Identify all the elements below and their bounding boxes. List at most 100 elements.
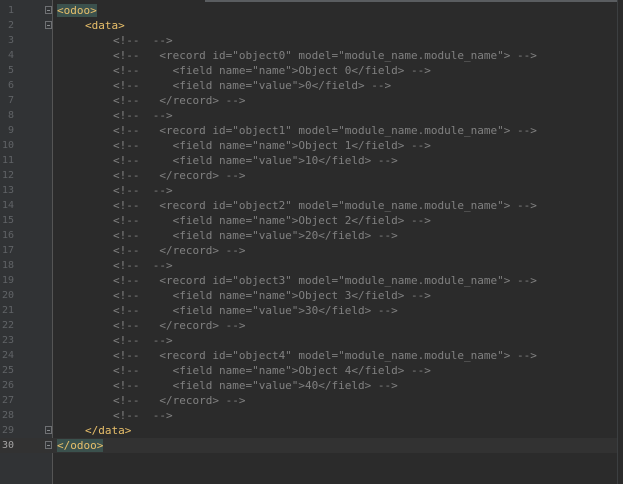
code-text: <!-- <field name="value">0</field> -->	[113, 79, 392, 92]
line-number: 19	[1, 275, 14, 286]
code-line[interactable]: 22 <!-- </record> -->	[0, 318, 617, 333]
code-text: <!-- </record> -->	[113, 319, 246, 332]
code-line[interactable]: 29 </data>	[0, 423, 617, 438]
code-text: <!-- </record> -->	[113, 394, 246, 407]
fold-toggle-icon[interactable]	[45, 441, 52, 449]
code-line[interactable]: 23 <!-- -->	[0, 333, 617, 348]
code-line[interactable]: 12 <!-- </record> -->	[0, 168, 617, 183]
code-line[interactable]: 9 <!-- <record id="object1" model="module…	[0, 123, 617, 138]
line-number: 9	[7, 125, 14, 136]
code-text: <!-- </record> -->	[113, 244, 246, 257]
code-line[interactable]: 5 <!-- <field name="name">Object 0</field…	[0, 63, 617, 78]
xml-comment: <!-- <record id="object0" model="module_…	[113, 48, 537, 63]
code-line[interactable]: 4 <!-- <record id="object0" model="module…	[0, 48, 617, 63]
xml-comment: <!-- <field name="value">30</field> -->	[113, 303, 398, 318]
code-line[interactable]: 30 </odoo>	[0, 438, 617, 453]
xml-comment: <!-- <record id="object3" model="module_…	[113, 273, 537, 288]
code-line[interactable]: 15 <!-- <field name="name">Object 2</fiel…	[0, 213, 617, 228]
fold-toggle-icon[interactable]	[45, 6, 52, 14]
horizontal-scrollbar[interactable]	[205, 0, 617, 2]
code-text: <!-- <record id="object3" model="module_…	[113, 274, 537, 287]
code-text: <!-- </record> -->	[113, 94, 246, 107]
code-line[interactable]: 11 <!-- <field name="value">10</field> --…	[0, 153, 617, 168]
line-number: 4	[7, 50, 14, 61]
code-line[interactable]: 28 <!-- -->	[0, 408, 617, 423]
code-text: <data>	[85, 19, 125, 32]
code-text: <!-- <field name="value">10</field> -->	[113, 154, 398, 167]
code-line[interactable]: 26 <!-- <field name="value">40</field> --…	[0, 378, 617, 393]
line-number: 29	[1, 425, 14, 436]
code-text: <!-- -->	[113, 409, 173, 422]
line-number: 27	[1, 395, 14, 406]
xml-comment: <!-- <field name="name">Object 4</field>…	[113, 363, 431, 378]
code-text: <odoo>	[57, 4, 97, 17]
xml-comment: <!-- <record id="object4" model="module_…	[113, 348, 537, 363]
code-text: <!-- <field name="name">Object 1</field>…	[113, 139, 431, 152]
line-number: 2	[7, 20, 14, 31]
xml-comment: <!-- <field name="name">Object 1</field>…	[113, 138, 431, 153]
xml-comment: <!-- -->	[113, 183, 173, 198]
xml-tag: </odoo>	[57, 438, 104, 453]
code-text: </data>	[85, 424, 132, 437]
code-text: <!-- -->	[113, 259, 173, 272]
code-text: <!-- -->	[113, 184, 173, 197]
fold-toggle-icon[interactable]	[45, 426, 52, 434]
code-editor[interactable]: 1 <odoo> 2 <data> 3 <!-- --> 4 <!-- <record id=…	[0, 0, 623, 484]
code-line[interactable]: 6 <!-- <field name="value">0</field> -->	[0, 78, 617, 93]
code-line[interactable]: 7 <!-- </record> -->	[0, 93, 617, 108]
xml-comment: <!-- <field name="value">0</field> -->	[113, 78, 391, 93]
code-line[interactable]: 17 <!-- </record> -->	[0, 243, 617, 258]
line-number: 20	[1, 290, 14, 301]
line-number: 10	[1, 140, 14, 151]
code-line[interactable]: 13 <!-- -->	[0, 183, 617, 198]
code-line[interactable]: 8 <!-- -->	[0, 108, 617, 123]
xml-comment: <!-- </record> -->	[113, 93, 245, 108]
code-text: <!-- </record> -->	[113, 169, 246, 182]
code-line[interactable]: 14 <!-- <record id="object2" model="modul…	[0, 198, 617, 213]
code-text: <!-- <field name="name">Object 4</field>…	[113, 364, 431, 377]
code-text: <!-- <record id="object0" model="module_…	[113, 49, 537, 62]
line-number: 5	[7, 65, 14, 76]
fold-toggle-icon[interactable]	[45, 21, 52, 29]
code-text: <!-- <field name="name">Object 2</field>…	[113, 214, 431, 227]
xml-tag: </data>	[85, 423, 131, 438]
line-number: 15	[1, 215, 14, 226]
code-text: <!-- <field name="name">Object 3</field>…	[113, 289, 431, 302]
xml-tag: <odoo>	[57, 3, 97, 18]
xml-comment: <!-- -->	[113, 258, 173, 273]
line-number: 12	[1, 170, 14, 181]
xml-comment: <!-- -->	[113, 33, 173, 48]
line-number: 21	[1, 305, 14, 316]
line-number: 22	[1, 320, 14, 331]
code-text: <!-- <field name="value">30</field> -->	[113, 304, 398, 317]
code-line[interactable]: 2 <data>	[0, 18, 617, 33]
line-number: 30	[1, 440, 14, 451]
code-line[interactable]: 16 <!-- <field name="value">20</field> --…	[0, 228, 617, 243]
line-number: 11	[1, 155, 14, 166]
code-line[interactable]: 21 <!-- <field name="value">30</field> --…	[0, 303, 617, 318]
code-text: <!-- <record id="object1" model="module_…	[113, 124, 537, 137]
code-text: <!-- <field name="value">40</field> -->	[113, 379, 398, 392]
code-line[interactable]: 25 <!-- <field name="name">Object 4</fiel…	[0, 363, 617, 378]
line-number: 13	[1, 185, 14, 196]
code-line[interactable]: 10 <!-- <field name="name">Object 1</fiel…	[0, 138, 617, 153]
line-number: 17	[1, 245, 14, 256]
xml-comment: <!-- <field name="value">20</field> -->	[113, 228, 398, 243]
code-line[interactable]: 3 <!-- -->	[0, 33, 617, 48]
line-number: 6	[7, 80, 14, 91]
code-line[interactable]: 20 <!-- <field name="name">Object 3</fiel…	[0, 288, 617, 303]
code-text: <!-- -->	[113, 109, 173, 122]
code-line[interactable]: 18 <!-- -->	[0, 258, 617, 273]
line-number: 23	[1, 335, 14, 346]
code-text: <!-- -->	[113, 34, 173, 47]
xml-comment: <!-- <field name="name">Object 2</field>…	[113, 213, 431, 228]
code-line[interactable]: 1 <odoo>	[0, 3, 617, 18]
code-text: <!-- <field name="value">20</field> -->	[113, 229, 398, 242]
code-line[interactable]: 24 <!-- <record id="object4" model="modul…	[0, 348, 617, 363]
xml-comment: <!-- </record> -->	[113, 168, 245, 183]
code-line[interactable]: 27 <!-- </record> -->	[0, 393, 617, 408]
xml-comment: <!-- <field name="name">Object 3</field>…	[113, 288, 431, 303]
code-text: <!-- <record id="object2" model="module_…	[113, 199, 537, 212]
xml-comment: <!-- -->	[113, 108, 173, 123]
code-line[interactable]: 19 <!-- <record id="object3" model="modul…	[0, 273, 617, 288]
